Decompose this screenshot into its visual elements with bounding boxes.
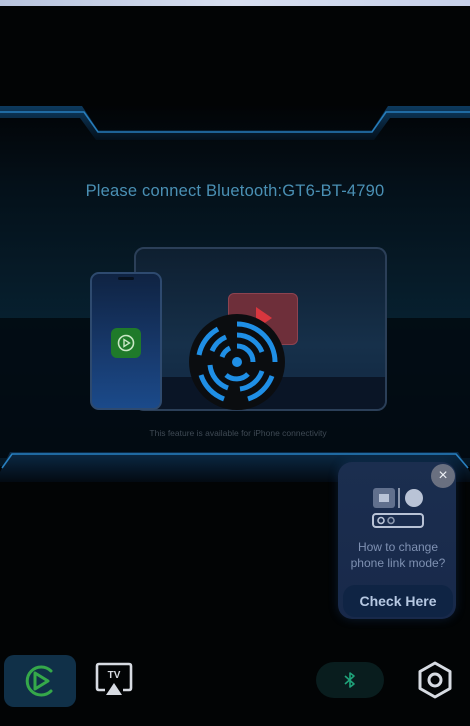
phone-notch <box>118 277 134 280</box>
bluetooth-toggle-button[interactable] <box>316 662 384 698</box>
tip-question: How to change phone link mode? <box>350 540 446 570</box>
nav-carplay-button[interactable] <box>4 655 76 707</box>
loading-spinner-icon <box>189 314 285 410</box>
settings-hex-icon[interactable] <box>416 661 454 699</box>
carplay-app-icon <box>111 328 141 358</box>
airplay-tv-label: TV <box>108 670 121 681</box>
check-here-button[interactable]: Check Here <box>343 585 453 617</box>
close-tip-button[interactable]: × <box>431 464 455 488</box>
phone-illustration <box>90 272 162 410</box>
connection-stage <box>0 6 470 486</box>
carplay-connect-screen: Please connect Bluetooth:GT6-BT-4790 Thi… <box>0 0 470 726</box>
carplay-icon <box>25 665 53 697</box>
link-mode-illustration-icon <box>372 488 424 528</box>
iphone-feature-note: This feature is available for iPhone con… <box>149 428 327 438</box>
stage-background <box>0 6 470 486</box>
bluetooth-icon <box>344 672 355 688</box>
airplay-tv-icon[interactable]: TV <box>95 661 133 699</box>
bluetooth-connect-prompt: Please connect Bluetooth:GT6-BT-4790 <box>85 182 385 200</box>
